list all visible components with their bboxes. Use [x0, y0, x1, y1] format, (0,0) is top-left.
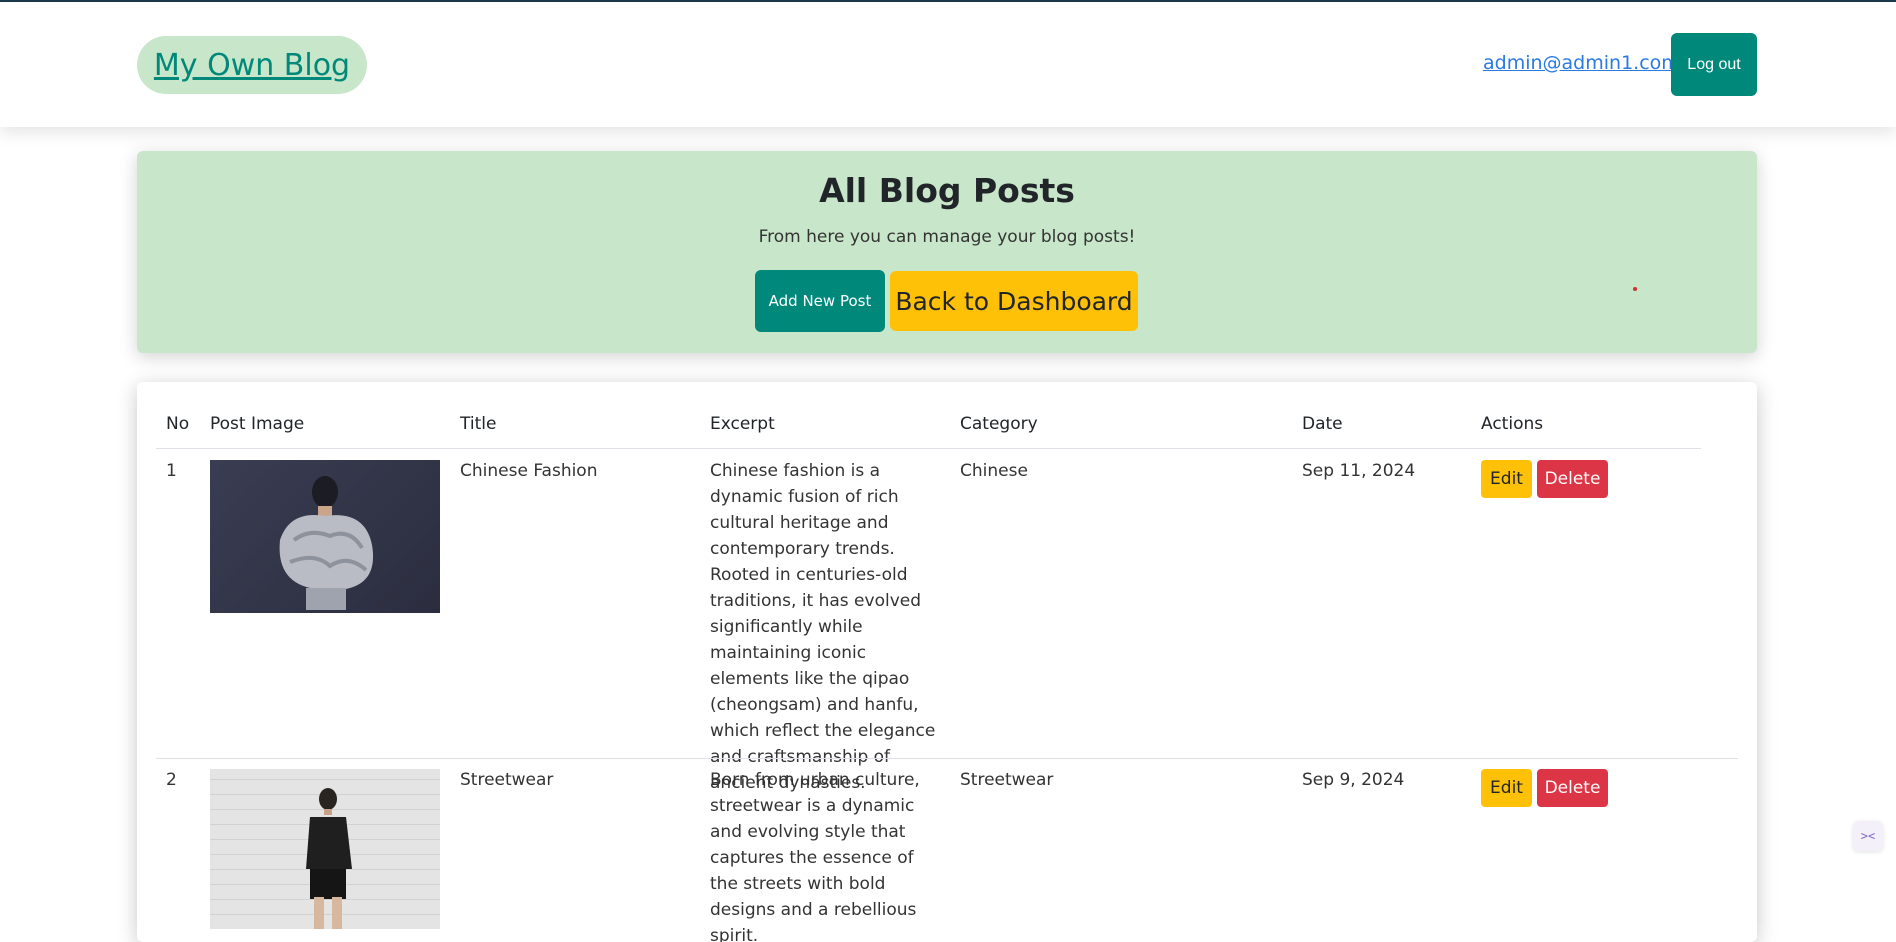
row-divider	[156, 758, 1738, 759]
add-new-post-button[interactable]: Add New Post	[755, 270, 885, 332]
row-2-category: Streetwear	[960, 770, 1054, 790]
row-2-date: Sep 9, 2024	[1302, 770, 1405, 790]
column-header-title: Title	[460, 414, 497, 434]
column-header-post-image: Post Image	[210, 414, 305, 434]
page-header: All Blog Posts From here you can manage …	[137, 151, 1757, 353]
row-1-excerpt: Chinese fashion is a dynamic fusion of r…	[710, 461, 936, 793]
person-figure-icon	[306, 788, 352, 929]
row-1-edit-button[interactable]: Edit	[1481, 460, 1532, 498]
column-header-category: Category	[960, 414, 1038, 434]
row-1-post-image	[210, 460, 440, 613]
column-header-actions: Actions	[1481, 414, 1544, 434]
row-2-excerpt: Born from urban culture, streetwear is a…	[710, 770, 920, 942]
row-2-title: Streetwear	[460, 770, 554, 790]
row-2-post-image	[210, 769, 440, 929]
back-to-dashboard-button[interactable]: Back to Dashboard	[890, 271, 1138, 331]
row-1-number: 1	[166, 461, 177, 481]
row-1-delete-button[interactable]: Delete	[1537, 460, 1608, 498]
navbar: My Own Blog admin@admin1.com Log out	[0, 2, 1896, 127]
logout-button[interactable]: Log out	[1671, 33, 1757, 96]
row-1-date: Sep 11, 2024	[1302, 461, 1416, 481]
header-divider	[156, 448, 1701, 449]
code-brackets-icon[interactable]: ><	[1853, 821, 1883, 851]
row-1-title: Chinese Fashion	[460, 461, 598, 481]
row-2-edit-button[interactable]: Edit	[1481, 769, 1532, 807]
row-1-category: Chinese	[960, 461, 1028, 481]
page-title: All Blog Posts	[819, 171, 1075, 210]
posts-table: No Post Image Title Excerpt Category Dat…	[137, 382, 1757, 942]
column-header-date: Date	[1302, 414, 1343, 434]
brand-link[interactable]: My Own Blog	[137, 36, 367, 94]
row-2-delete-button[interactable]: Delete	[1537, 769, 1608, 807]
cursor-dot	[1633, 287, 1637, 291]
column-header-no: No	[166, 414, 190, 434]
person-figure-icon	[279, 476, 374, 610]
page-subtitle: From here you can manage your blog posts…	[758, 227, 1136, 247]
column-header-excerpt: Excerpt	[710, 414, 775, 434]
row-2-number: 2	[166, 770, 177, 790]
user-email-link[interactable]: admin@admin1.com	[1483, 52, 1680, 74]
